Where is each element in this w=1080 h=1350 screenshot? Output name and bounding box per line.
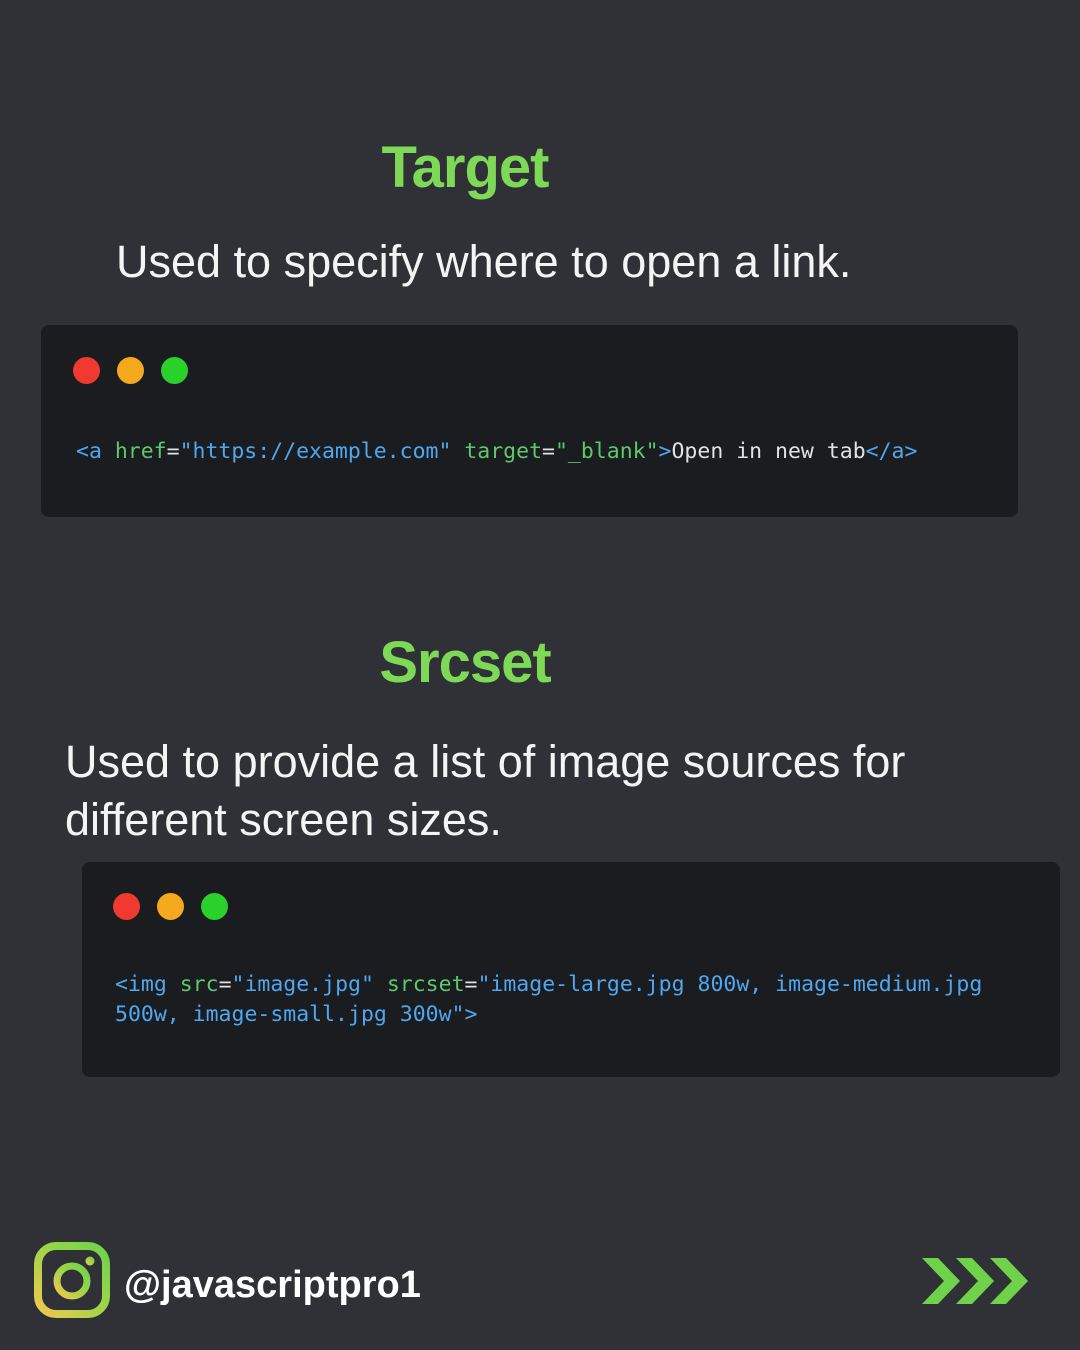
code-end-tag: </a> [865, 439, 918, 464]
minimize-dot-icon [117, 357, 144, 384]
target-code-window: <a href="https://example.com" target="_b… [41, 325, 1018, 517]
code-attr-name: target [451, 439, 543, 464]
maximize-dot-icon [161, 357, 188, 384]
maximize-dot-icon [201, 893, 228, 920]
code-tag-open: <a [76, 439, 102, 464]
code-text: Open in new tab [671, 439, 866, 464]
srcset-code-snippet: <img src="image.jpg" srcset="image-large… [115, 970, 985, 1030]
minimize-dot-icon [157, 893, 184, 920]
window-controls [73, 357, 188, 384]
account-handle[interactable]: @javascriptpro1 [124, 1262, 421, 1308]
target-description: Used to specify where to open a link. [116, 236, 852, 287]
srcset-heading: Srcset [379, 630, 551, 695]
srcset-description: Used to provide a list of image sources … [65, 736, 906, 845]
code-attr-name: srcset [373, 972, 465, 997]
code-tag-close: > [658, 439, 672, 464]
instagram-icon[interactable] [33, 1241, 111, 1319]
code-attr-name: src [166, 972, 219, 997]
code-attr-value: "image.jpg" [231, 972, 374, 997]
close-dot-icon [73, 357, 100, 384]
code-attr-value: "https://example.com" [179, 439, 452, 464]
window-controls [113, 893, 228, 920]
code-attr-value: "_blank" [554, 439, 659, 464]
code-attr-name: href [101, 439, 167, 464]
code-equals: = [218, 972, 232, 997]
code-tag-close: > [464, 1002, 478, 1027]
code-equals: = [464, 972, 478, 997]
srcset-code-window: <img src="image.jpg" srcset="image-large… [82, 862, 1060, 1077]
code-equals: = [166, 439, 180, 464]
target-heading: Target [381, 135, 550, 200]
code-tag-open: <img [115, 972, 167, 997]
close-dot-icon [113, 893, 140, 920]
target-code-snippet: <a href="https://example.com" target="_b… [76, 437, 976, 467]
triple-chevron-right-icon[interactable] [920, 1252, 1032, 1310]
code-equals: = [542, 439, 555, 464]
